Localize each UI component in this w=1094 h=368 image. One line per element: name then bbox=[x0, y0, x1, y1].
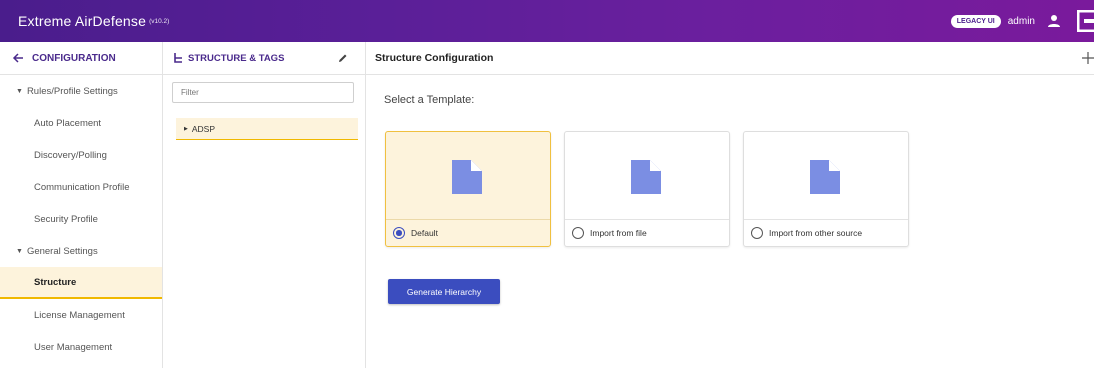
document-icon bbox=[452, 160, 482, 194]
template-option-import-other[interactable]: Import from other source bbox=[744, 219, 908, 246]
template-label: Default bbox=[411, 228, 438, 238]
nav-back-header[interactable]: CONFIGURATION bbox=[0, 42, 162, 75]
app-version: (v10.2) bbox=[149, 17, 170, 25]
caret-down-icon: ▼ bbox=[16, 87, 23, 95]
generate-hierarchy-button[interactable]: Generate Hierarchy bbox=[388, 279, 500, 304]
top-bar-actions: LEGACY UI admin bbox=[950, 0, 1094, 42]
select-template-label: Select a Template: bbox=[384, 94, 475, 106]
structure-tags-panel: STRUCTURE & TAGS ▶ ADSP bbox=[163, 42, 366, 368]
nav-group-general-settings[interactable]: ▼ General Settings bbox=[0, 235, 162, 267]
back-arrow-icon[interactable] bbox=[12, 52, 24, 64]
nav-item-auto-placement[interactable]: Auto Placement bbox=[0, 107, 162, 139]
template-option-default[interactable]: Default bbox=[386, 219, 550, 246]
nav-item-user-management[interactable]: User Management bbox=[0, 331, 162, 363]
nav-item-license-management[interactable]: License Management bbox=[0, 299, 162, 331]
top-bar: Extreme AirDefense (v10.2) LEGACY UI adm… bbox=[0, 0, 1094, 42]
plus-icon[interactable] bbox=[1082, 52, 1094, 64]
left-nav: CONFIGURATION ▼ Rules/Profile Settings A… bbox=[0, 42, 163, 368]
extreme-logo-icon[interactable] bbox=[1077, 10, 1094, 32]
radio-button-selected[interactable] bbox=[393, 227, 405, 239]
nav-item-security-profile[interactable]: Security Profile bbox=[0, 203, 162, 235]
filter-input[interactable] bbox=[172, 82, 354, 103]
radio-button[interactable] bbox=[572, 227, 584, 239]
app-title: Extreme AirDefense bbox=[18, 13, 147, 29]
pencil-icon[interactable] bbox=[338, 53, 348, 63]
structure-tags-title: STRUCTURE & TAGS bbox=[188, 52, 285, 64]
main-content: Structure Configuration Select a Templat… bbox=[366, 42, 1094, 368]
nav-group-label: General Settings bbox=[26, 245, 98, 257]
caret-down-icon: ▼ bbox=[16, 247, 23, 255]
username-label[interactable]: admin bbox=[1008, 16, 1035, 27]
expand-triangle-icon[interactable]: ▶ bbox=[184, 126, 188, 132]
legacy-ui-button[interactable]: LEGACY UI bbox=[950, 14, 1001, 28]
nav-group-rules-profile-settings[interactable]: ▼ Rules/Profile Settings bbox=[0, 75, 162, 107]
page-title: Structure Configuration bbox=[366, 42, 1094, 75]
template-option-import-file[interactable]: Import from file bbox=[565, 219, 729, 246]
nav-item-communication-profile[interactable]: Communication Profile bbox=[0, 171, 162, 203]
tree-node-adsp[interactable]: ▶ ADSP bbox=[176, 118, 358, 140]
template-label: Import from other source bbox=[769, 228, 863, 238]
document-icon bbox=[810, 160, 840, 194]
template-card-import-file[interactable]: Import from file bbox=[564, 131, 730, 247]
tree-node-label: ADSP bbox=[191, 123, 216, 134]
tree-structure-icon bbox=[174, 52, 182, 63]
document-icon bbox=[631, 160, 661, 194]
nav-item-discovery-polling[interactable]: Discovery/Polling bbox=[0, 139, 162, 171]
nav-header-label: CONFIGURATION bbox=[32, 52, 116, 64]
user-icon[interactable] bbox=[1047, 14, 1061, 28]
radio-button[interactable] bbox=[751, 227, 763, 239]
nav-item-structure[interactable]: Structure bbox=[0, 267, 162, 299]
template-card-import-other[interactable]: Import from other source bbox=[743, 131, 909, 247]
page-title-label: Structure Configuration bbox=[375, 52, 494, 64]
nav-group-label: Rules/Profile Settings bbox=[26, 85, 118, 97]
template-label: Import from file bbox=[590, 228, 647, 238]
template-card-default[interactable]: Default bbox=[385, 131, 551, 247]
structure-tags-header: STRUCTURE & TAGS bbox=[163, 42, 365, 75]
